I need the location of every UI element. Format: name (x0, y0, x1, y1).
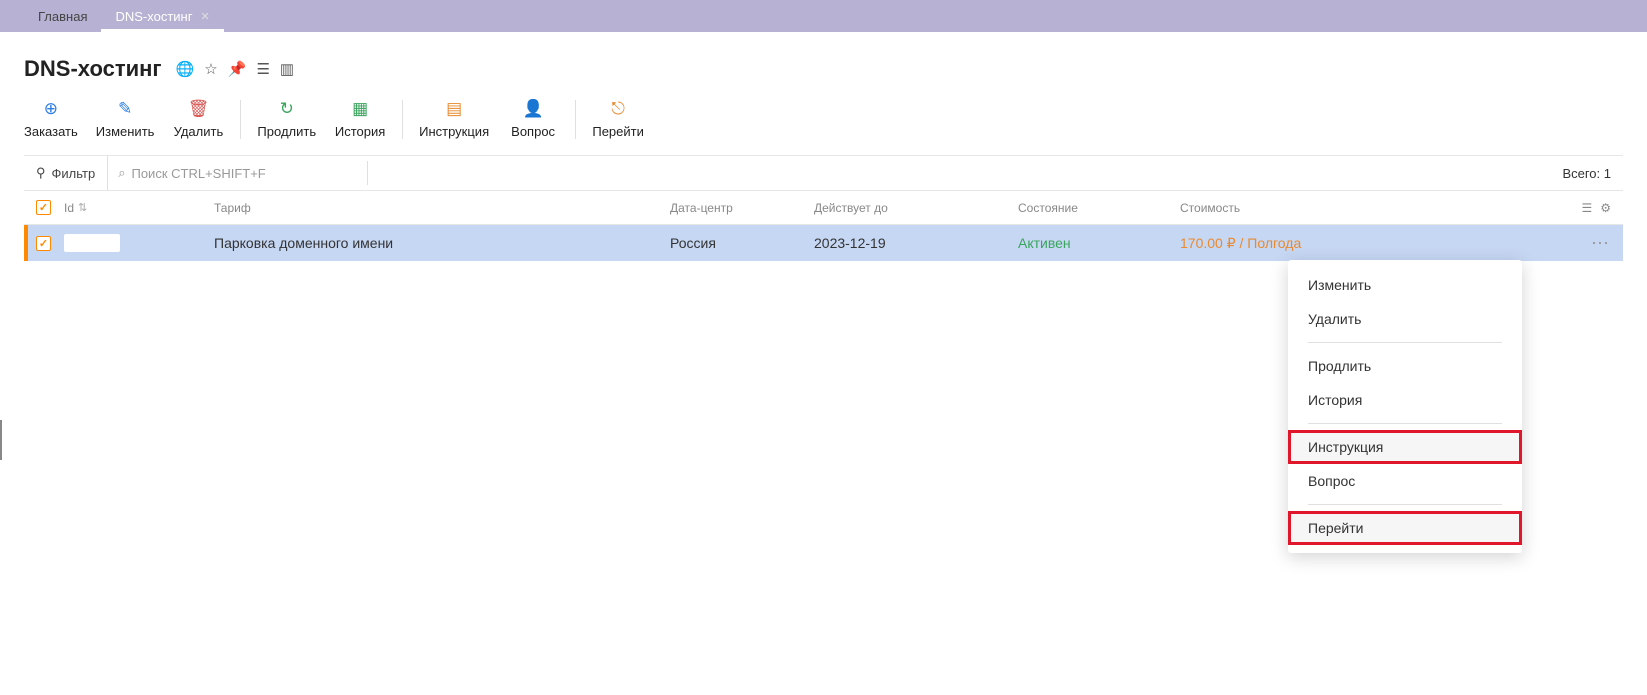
table-header: ✓ Id ⇅ Тариф Дата-центр Действует до Сос… (24, 191, 1623, 225)
filter-button[interactable]: ⚲ Фильтр (36, 165, 107, 181)
columns-icon[interactable]: ▥ (280, 60, 294, 78)
row-valid-until: 2023-12-19 (814, 235, 1018, 251)
list-icon[interactable]: ☰ (256, 60, 269, 78)
ctx-goto[interactable]: Перейти (1288, 511, 1522, 545)
column-id-label: Id (64, 201, 74, 215)
header-actions: 🌐 ☆ 📌 ☰ ▥ (176, 60, 294, 78)
sort-icon: ⇅ (78, 201, 87, 214)
column-cost-label: Стоимость (1180, 201, 1240, 215)
edit-label: Изменить (96, 124, 155, 139)
ctx-question[interactable]: Вопрос (1288, 464, 1522, 498)
instruction-label: Инструкция (419, 124, 489, 139)
column-datacenter-label: Дата-центр (670, 201, 733, 215)
column-tariff-label: Тариф (214, 201, 251, 215)
tab-bar: Главная DNS-хостинг ✕ (0, 0, 1647, 32)
pin-icon[interactable]: 📌 (228, 60, 247, 78)
row-state: Активен (1018, 235, 1180, 251)
tab-main[interactable]: Главная (24, 0, 101, 32)
ctx-instruction[interactable]: Инструкция (1288, 430, 1522, 464)
clock-refresh-icon: ↻ (278, 100, 296, 118)
ctx-edit[interactable]: Изменить (1288, 268, 1522, 302)
edit-button[interactable]: ✎ Изменить (96, 100, 155, 139)
column-tariff[interactable]: Тариф (214, 201, 670, 215)
question-label: Вопрос (511, 124, 555, 139)
trash-icon: 🗑 (189, 100, 207, 118)
person-question-icon: 👤 (524, 100, 542, 118)
exit-icon: ⎋ (609, 100, 627, 118)
table-row[interactable]: ✓ Парковка доменного имени Россия 2023-1… (24, 225, 1623, 261)
select-all-checkbox[interactable]: ✓ (36, 200, 51, 215)
divider (1308, 423, 1502, 424)
column-valid-until[interactable]: Действует до (814, 201, 1018, 215)
prolong-button[interactable]: ↻ Продлить (257, 100, 316, 139)
page-header: DNS-хостинг 🌐 ☆ 📌 ☰ ▥ (24, 56, 1623, 82)
close-icon[interactable]: ✕ (200, 10, 209, 23)
context-menu: Изменить Удалить Продлить История Инстру… (1288, 260, 1522, 553)
search-icon: ⌕ (118, 165, 125, 181)
goto-button[interactable]: ⎋ Перейти (592, 100, 644, 139)
history-button[interactable]: ▦ История (334, 100, 386, 139)
column-cost[interactable]: Стоимость (1180, 201, 1486, 215)
page-title: DNS-хостинг (24, 56, 162, 82)
order-button[interactable]: ⊕ Заказать (24, 100, 78, 139)
ctx-prolong[interactable]: Продлить (1288, 349, 1522, 383)
history-label: История (335, 124, 385, 139)
goto-label: Перейти (592, 124, 644, 139)
tab-dns-hosting[interactable]: DNS-хостинг ✕ (101, 0, 223, 32)
instruction-button[interactable]: ▤ Инструкция (419, 100, 489, 139)
column-id[interactable]: Id ⇅ (64, 201, 214, 215)
row-more-button[interactable]: ⋯ (1583, 233, 1611, 254)
total-count: Всего: 1 (1562, 166, 1611, 181)
row-id (64, 234, 120, 252)
plus-circle-icon: ⊕ (42, 100, 60, 118)
toolbar: ⊕ Заказать ✎ Изменить 🗑 Удалить ↻ Продли… (24, 100, 1623, 139)
filter-bar: ⚲ Фильтр ⌕ Всего: 1 (24, 155, 1623, 191)
globe-icon[interactable]: 🌐 (176, 60, 195, 78)
row-tariff: Парковка доменного имени (214, 235, 670, 251)
gear-icon[interactable]: ⚙ (1600, 201, 1611, 215)
search-wrap: ⌕ (107, 156, 367, 190)
column-datacenter[interactable]: Дата-центр (670, 201, 814, 215)
divider (1308, 342, 1502, 343)
search-input[interactable] (131, 166, 351, 181)
star-icon[interactable]: ☆ (204, 60, 217, 78)
divider (367, 161, 368, 185)
column-valid-label: Действует до (814, 201, 888, 215)
filter-label: Фильтр (52, 166, 96, 181)
tab-label: Главная (38, 9, 87, 24)
divider (1308, 504, 1502, 505)
tab-label: DNS-хостинг (115, 9, 192, 24)
row-cost: 170.00 ₽ / Полгода (1180, 235, 1486, 252)
row-datacenter: Россия (670, 235, 814, 251)
column-state-label: Состояние (1018, 201, 1078, 215)
ctx-history[interactable]: История (1288, 383, 1522, 417)
calendar-icon: ▦ (351, 100, 369, 118)
delete-label: Удалить (174, 124, 224, 139)
row-checkbox[interactable]: ✓ (36, 236, 51, 251)
column-state[interactable]: Состояние (1018, 201, 1180, 215)
filter-icon: ⚲ (36, 165, 46, 181)
prolong-label: Продлить (257, 124, 316, 139)
pencil-icon: ✎ (116, 100, 134, 118)
order-label: Заказать (24, 124, 78, 139)
delete-button[interactable]: 🗑 Удалить (172, 100, 224, 139)
question-button[interactable]: 👤 Вопрос (507, 100, 559, 139)
document-icon: ▤ (445, 100, 463, 118)
left-edge-handle[interactable] (0, 420, 10, 460)
density-icon[interactable]: ☰ (1581, 201, 1592, 215)
ctx-delete[interactable]: Удалить (1288, 302, 1522, 336)
